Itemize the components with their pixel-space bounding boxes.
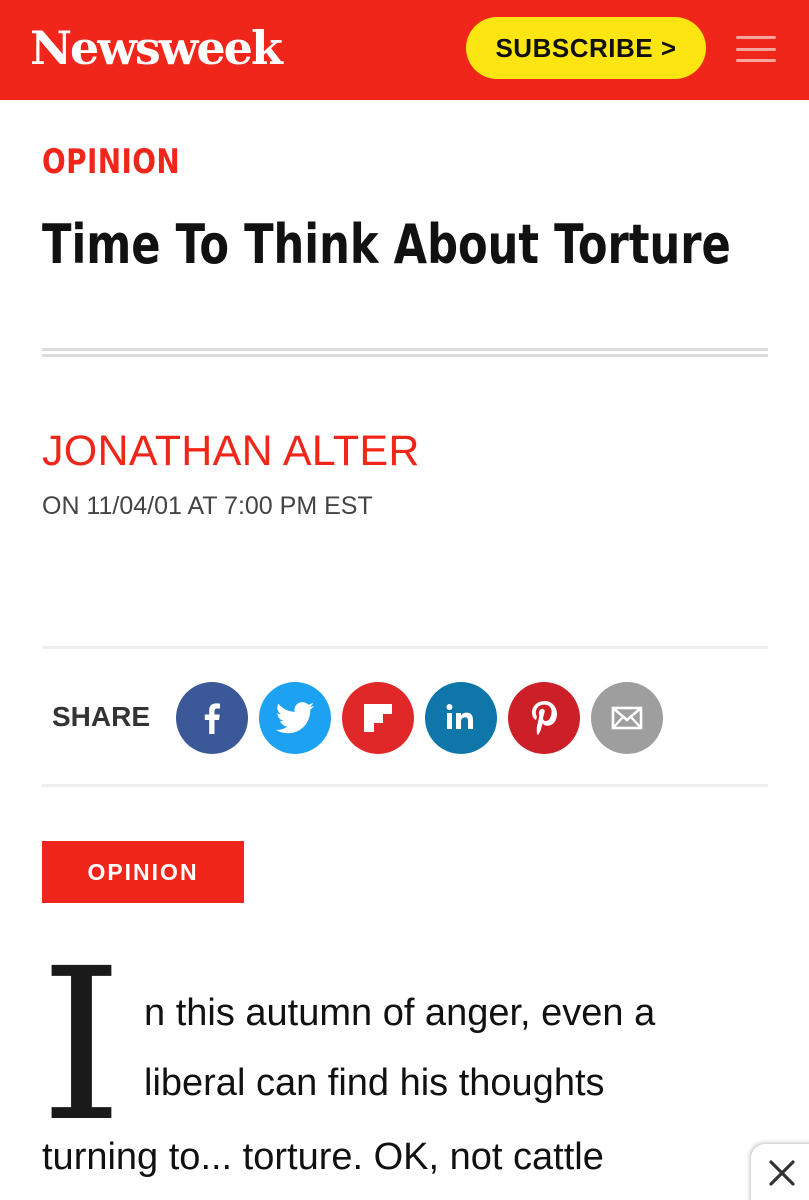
article-title: Time To Think About Torture bbox=[42, 213, 731, 276]
subscribe-button[interactable]: SUBSCRIBE > bbox=[466, 17, 706, 79]
share-divider-bottom bbox=[42, 784, 768, 787]
facebook-share-button[interactable] bbox=[176, 682, 248, 754]
flipboard-icon bbox=[364, 704, 392, 732]
pinterest-share-button[interactable] bbox=[508, 682, 580, 754]
body-text-line: n this autumn of anger, even a bbox=[144, 992, 656, 1034]
linkedin-icon bbox=[446, 704, 473, 729]
email-icon bbox=[611, 706, 643, 730]
section-kicker[interactable]: OPINION bbox=[42, 140, 180, 184]
drop-cap: I bbox=[40, 923, 123, 1168]
twitter-icon bbox=[275, 702, 315, 734]
title-divider bbox=[42, 348, 768, 357]
email-share-button[interactable] bbox=[591, 682, 663, 754]
opinion-tag[interactable]: OPINION bbox=[42, 841, 244, 903]
pinterest-icon bbox=[532, 701, 557, 735]
menu-bar bbox=[736, 59, 776, 62]
close-ad-button[interactable] bbox=[751, 1144, 809, 1200]
close-icon bbox=[769, 1160, 795, 1186]
facebook-icon bbox=[204, 703, 220, 734]
publish-date: ON 11/04/01 AT 7:00 PM EST bbox=[42, 492, 373, 520]
twitter-share-button[interactable] bbox=[259, 682, 331, 754]
share-divider-top bbox=[42, 646, 768, 649]
share-label: SHARE bbox=[52, 701, 151, 732]
linkedin-share-button[interactable] bbox=[425, 682, 497, 754]
body-text-line: turning to... torture. OK, not cattle bbox=[42, 1136, 604, 1178]
flipboard-share-button[interactable] bbox=[342, 682, 414, 754]
hamburger-menu-icon[interactable] bbox=[736, 34, 776, 64]
top-bar: Newsweek SUBSCRIBE > bbox=[0, 0, 809, 100]
body-text-line: liberal can find his thoughts bbox=[144, 1062, 605, 1104]
menu-bar bbox=[736, 36, 776, 39]
menu-bar bbox=[736, 47, 776, 51]
author-byline[interactable]: JONATHAN ALTER bbox=[42, 425, 420, 477]
newsweek-logo[interactable]: Newsweek bbox=[30, 20, 283, 76]
